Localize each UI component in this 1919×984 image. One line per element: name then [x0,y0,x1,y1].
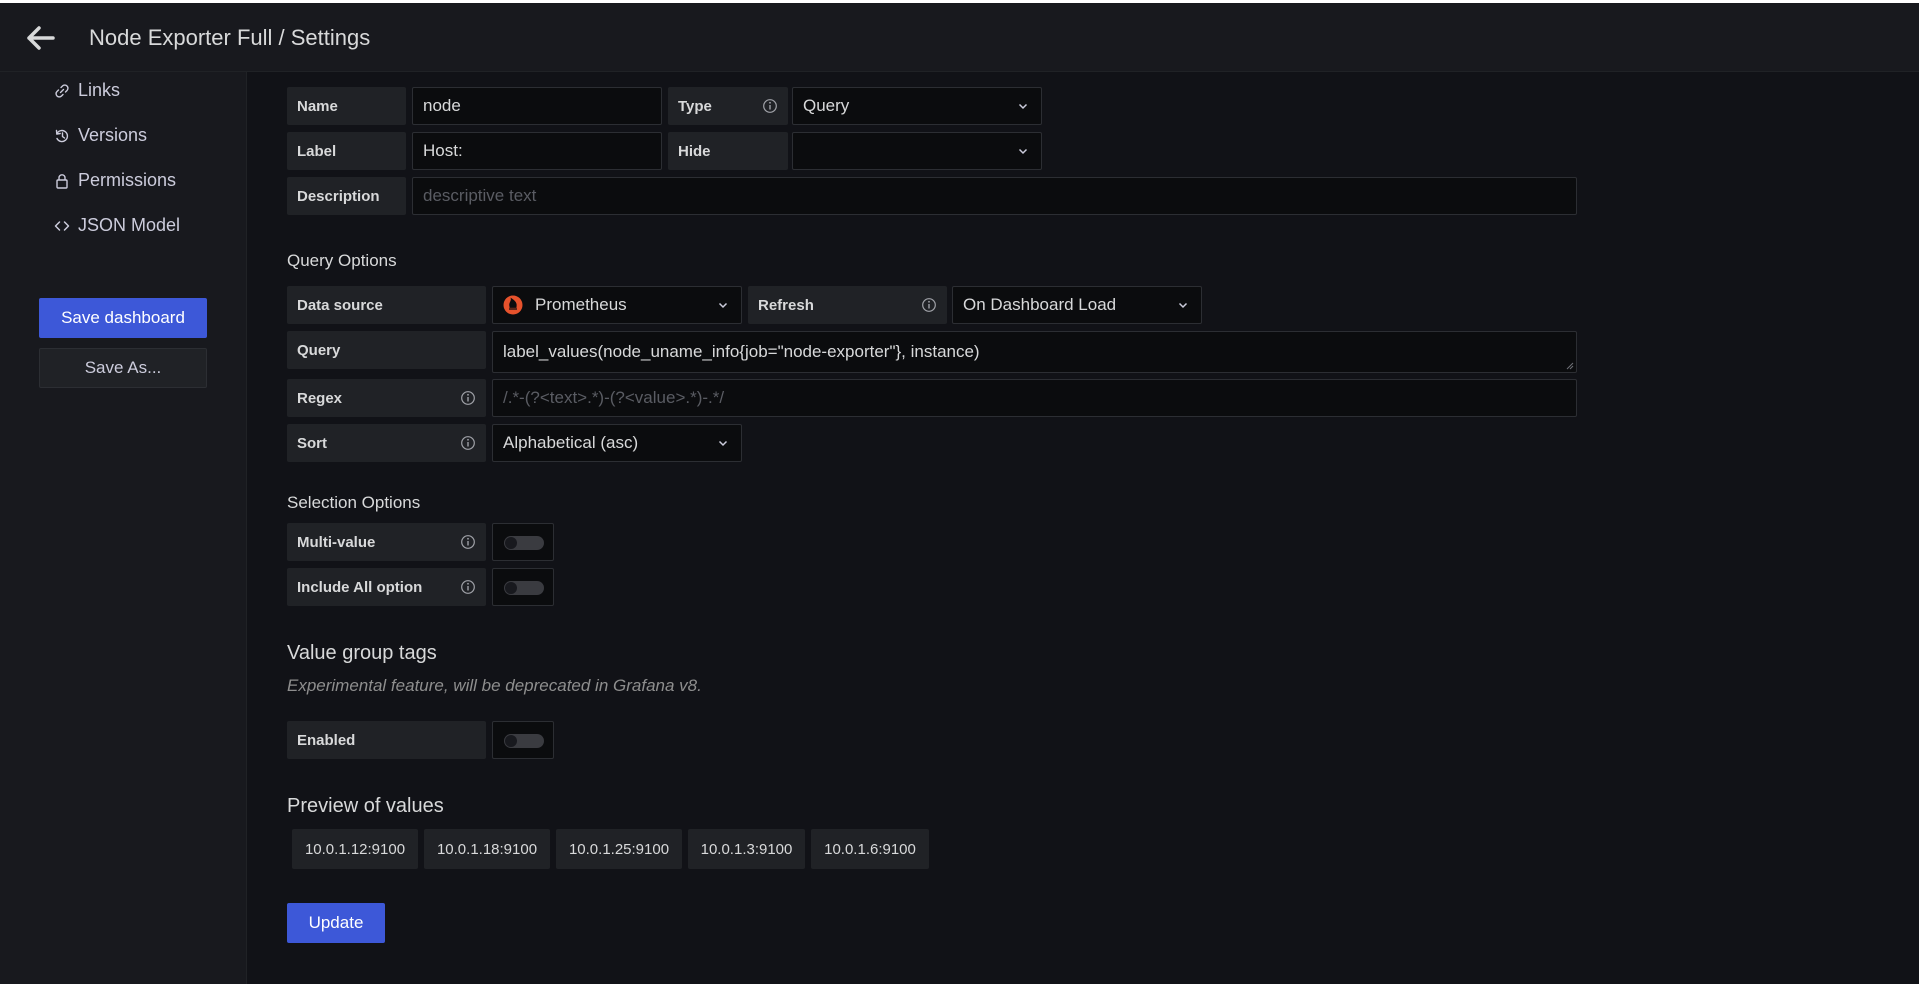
page-title: Node Exporter Full / Settings [89,25,371,50]
preview-value-chip: 10.0.1.3:9100 [688,829,805,869]
chevron-down-icon [1018,103,1028,110]
label-input[interactable]: Host: [412,132,662,170]
enabled-label: Enabled [287,721,486,759]
multi-value-label: Multi-value [287,523,486,561]
sidebar: Links Versions Permissions JSON Model Sa… [0,72,247,984]
info-icon[interactable] [762,98,778,114]
chevron-down-icon [1018,148,1028,155]
sidebar-item-label: Versions [78,125,148,145]
name-input[interactable]: node [412,87,662,125]
sidebar-item-versions[interactable]: Versions [54,125,147,146]
lock-icon [56,173,68,189]
history-icon [55,129,69,142]
preview-value-chip: 10.0.1.12:9100 [292,829,418,869]
include-all-toggle[interactable] [492,568,554,606]
resize-handle-icon[interactable] [1566,362,1574,370]
chevron-down-icon [1178,302,1188,309]
info-icon[interactable] [460,579,476,595]
link-icon [55,83,69,98]
settings-content: Name node Type Query Label Host: Hide De… [247,72,1919,984]
hide-select[interactable] [792,132,1042,170]
preview-value-chip: 10.0.1.6:9100 [811,829,929,869]
regex-input[interactable]: /.*-(?<text>.*)-(?<value>.*)-.*/ [492,379,1577,417]
info-icon[interactable] [460,390,476,406]
back-arrow-icon[interactable] [26,25,56,51]
refresh-label: Refresh [748,286,947,324]
regex-label: Regex [287,379,486,417]
sort-select[interactable]: Alphabetical (asc) [492,424,742,462]
chevron-down-icon [718,302,728,309]
datasource-label: Data source [287,286,486,324]
hide-label: Hide [668,132,788,170]
experimental-note: Experimental feature, will be deprecated… [287,676,702,695]
info-icon[interactable] [460,435,476,451]
top-bar: Node Exporter Full / Settings [0,0,1919,72]
preview-heading: Preview of values [287,795,444,817]
type-label: Type [668,87,788,125]
sidebar-item-label: JSON Model [78,215,181,235]
query-textarea[interactable]: label_values(node_uname_info{job="node-e… [492,331,1577,373]
code-icon [54,220,70,231]
label-label: Label [287,132,406,170]
prometheus-icon [503,295,523,315]
preview-value-chip: 10.0.1.25:9100 [556,829,682,869]
sidebar-item-permissions[interactable]: Permissions [54,170,176,191]
info-icon[interactable] [921,297,937,313]
multi-value-toggle[interactable] [492,523,554,561]
sort-label: Sort [287,424,486,462]
description-label: Description [287,177,406,215]
datasource-select[interactable]: Prometheus [492,286,742,324]
name-label: Name [287,87,406,125]
preview-value-chip: 10.0.1.18:9100 [424,829,550,869]
sidebar-item-json-model[interactable]: JSON Model [54,215,180,236]
refresh-select[interactable]: On Dashboard Load [952,286,1202,324]
save-dashboard-button[interactable]: Save dashboard [39,298,207,338]
enabled-toggle[interactable] [492,721,554,759]
update-button[interactable]: Update [287,903,385,943]
sidebar-item-label: Permissions [78,170,177,190]
value-group-tags-heading: Value group tags [287,642,437,664]
type-select[interactable]: Query [792,87,1042,125]
query-label: Query [287,331,486,369]
query-options-heading: Query Options [287,251,397,270]
sidebar-item-links[interactable]: Links [54,80,120,101]
sidebar-item-label: Links [78,80,121,100]
chevron-down-icon [718,440,728,447]
save-as-button[interactable]: Save As... [39,348,207,388]
selection-options-heading: Selection Options [287,493,421,512]
include-all-label: Include All option [287,568,486,606]
description-input[interactable]: descriptive text [412,177,1577,215]
info-icon[interactable] [460,534,476,550]
